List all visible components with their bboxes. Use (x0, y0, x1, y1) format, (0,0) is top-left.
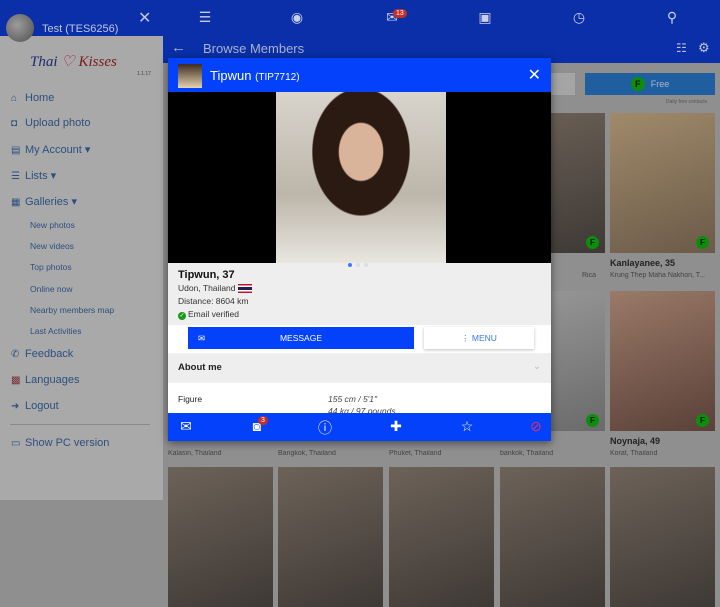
member-photo (610, 467, 715, 607)
free-filter-button[interactable]: F Free (585, 73, 715, 95)
daily-free-note: Daily free contacts (666, 99, 708, 105)
avatar[interactable] (6, 14, 34, 42)
menu-icon[interactable]: ☰ (195, 9, 215, 26)
list-view-icon[interactable]: ☷ (676, 41, 687, 55)
star-icon[interactable]: ☆ (455, 418, 479, 435)
member-location: Korat, Thailand (610, 450, 658, 457)
sidebar-item-lists[interactable]: ☰ Lists ▾ (11, 169, 56, 182)
about-me-section[interactable]: About me ⌄ (168, 353, 551, 383)
windows-icon: ▦ (11, 197, 21, 208)
page-title: Browse Members (203, 41, 305, 56)
photo-carousel[interactable] (168, 92, 551, 267)
envelope-icon[interactable]: ✉ (174, 418, 198, 435)
desktop-icon: ▭ (11, 438, 21, 449)
gear-icon[interactable]: ⚙ (698, 40, 710, 56)
modal-title: Tipwun (TIP7712) (210, 68, 300, 83)
member-name: Noynaja, 49 (610, 436, 661, 446)
profile-photo (276, 92, 446, 263)
member-card[interactable] (500, 467, 605, 607)
figure-height: 155 cm / 5'1" (328, 394, 378, 404)
message-button[interactable]: ✉ MESSAGE (188, 327, 414, 349)
logo: Thai ♡ Kisses (30, 54, 117, 70)
back-arrow-icon[interactable]: ← (171, 39, 186, 56)
chevron-down-icon: ⌄ (533, 361, 541, 372)
member-card[interactable]: F Kanlayanee, 35 Krung Thep Maha Nakhon, T… (610, 113, 715, 279)
member-location: bankok, Thailand (500, 450, 554, 457)
email-verified: ✓ Email verified (178, 309, 240, 320)
modal-header: Tipwun (TIP7712) ✕ (168, 58, 551, 92)
sidebar-item-languages[interactable]: ▩ Languages (11, 374, 79, 386)
free-label: Free (650, 79, 670, 89)
profile-location: Udon, Thailand (178, 282, 541, 295)
camera-icon: ◘ (11, 118, 18, 129)
modal-bottom-nav: ✉ ◙ 3 ⓘ ✚ ☆ ⊘ (168, 413, 551, 441)
sidebar-item-new-videos[interactable]: New videos (30, 241, 74, 251)
profile-modal: Tipwun (TIP7712) ✕ Tipwun, 37 Udon, Thai… (168, 58, 551, 441)
sidebar-item-home[interactable]: ⌂ Home (11, 92, 54, 104)
user-name: Test (TES6256) (42, 23, 119, 35)
sidebar-item-nearby-map[interactable]: Nearby members map (30, 305, 114, 315)
member-location: Krung Thep Maha Nakhon, T... (610, 272, 706, 279)
member-card[interactable] (610, 467, 715, 607)
member-location: Bangkok, Thailand (278, 450, 336, 457)
member-photo: F (610, 291, 715, 431)
add-user-icon[interactable]: ✚ (384, 418, 408, 435)
sidebar-item-feedback[interactable]: ✆ Feedback (11, 348, 73, 360)
member-photo (168, 467, 273, 607)
contact-card-icon[interactable]: ▣ (475, 9, 495, 26)
close-icon[interactable]: ✕ (138, 8, 151, 28)
uk-flag-icon: ▩ (11, 375, 21, 386)
carousel-dots[interactable] (346, 254, 370, 272)
sidebar-item-new-photos[interactable]: New photos (30, 220, 75, 230)
search-icon[interactable]: ⚲ (662, 9, 682, 26)
sidebar-item-my-account[interactable]: ▤ My Account ▾ (11, 143, 90, 156)
menu-button[interactable]: ⋮ MENU (424, 327, 534, 349)
sidebar-item-last-activities[interactable]: Last Activities (30, 326, 82, 336)
sidebar: Test (TES6256) ✕ Thai ♡ Kisses 1.1.17 ⌂ H… (0, 0, 163, 500)
home-icon: ⌂ (11, 93, 18, 104)
block-icon[interactable]: ⊘ (524, 418, 548, 435)
member-name: Kanlayanee, 35 (610, 258, 676, 268)
member-photo: F (610, 113, 715, 253)
member-location: Phuket, Thailand (389, 450, 442, 457)
sidebar-header: Test (TES6256) ✕ (0, 0, 163, 42)
member-card[interactable] (278, 467, 383, 607)
sidebar-item-show-pc-version[interactable]: ▭ Show PC version (11, 437, 109, 449)
member-photo (389, 467, 494, 607)
envelope-icon: ✉ (198, 333, 206, 343)
profile-distance: Distance: 8604 km (178, 296, 249, 306)
sidebar-item-top-photos[interactable]: Top photos (30, 262, 72, 272)
logout-icon: ➜ (11, 401, 20, 412)
divider (10, 424, 150, 425)
member-photo (278, 467, 383, 607)
member-card[interactable] (168, 467, 273, 607)
sidebar-item-online-now[interactable]: Online now (30, 284, 73, 294)
figure-label: Figure (178, 394, 203, 404)
member-card[interactable]: F Noynaja, 49 Korat, Thailand (610, 291, 715, 457)
thailand-flag-icon (237, 284, 252, 294)
messages-badge: 13 (393, 9, 407, 18)
member-card[interactable] (389, 467, 494, 607)
sidebar-item-upload-photo[interactable]: ◘ Upload photo (11, 117, 90, 129)
clock-icon[interactable]: ◷ (569, 9, 589, 26)
member-location: Kalasin, Thailand (168, 450, 222, 457)
id-card-icon: ▤ (11, 145, 21, 156)
member-photo (500, 467, 605, 607)
list-icon: ☰ (11, 171, 20, 182)
check-icon: ✓ (178, 312, 186, 320)
version: 1.1.17 (137, 71, 151, 77)
user-circle-icon[interactable]: ◉ (287, 9, 307, 26)
profile-thumbnail (178, 64, 202, 88)
sidebar-item-logout[interactable]: ➜ Logout (11, 400, 59, 412)
close-icon[interactable]: ✕ (528, 65, 541, 85)
photo-count-badge: 3 (258, 416, 268, 425)
info-icon[interactable]: ⓘ (313, 418, 337, 438)
sidebar-item-galleries[interactable]: ▦ Galleries ▾ (11, 195, 77, 208)
whatsapp-icon: ✆ (11, 349, 20, 360)
free-badge: F (630, 77, 645, 91)
profile-info: Tipwun, 37 Udon, Thailand Distance: 8604… (168, 263, 551, 325)
